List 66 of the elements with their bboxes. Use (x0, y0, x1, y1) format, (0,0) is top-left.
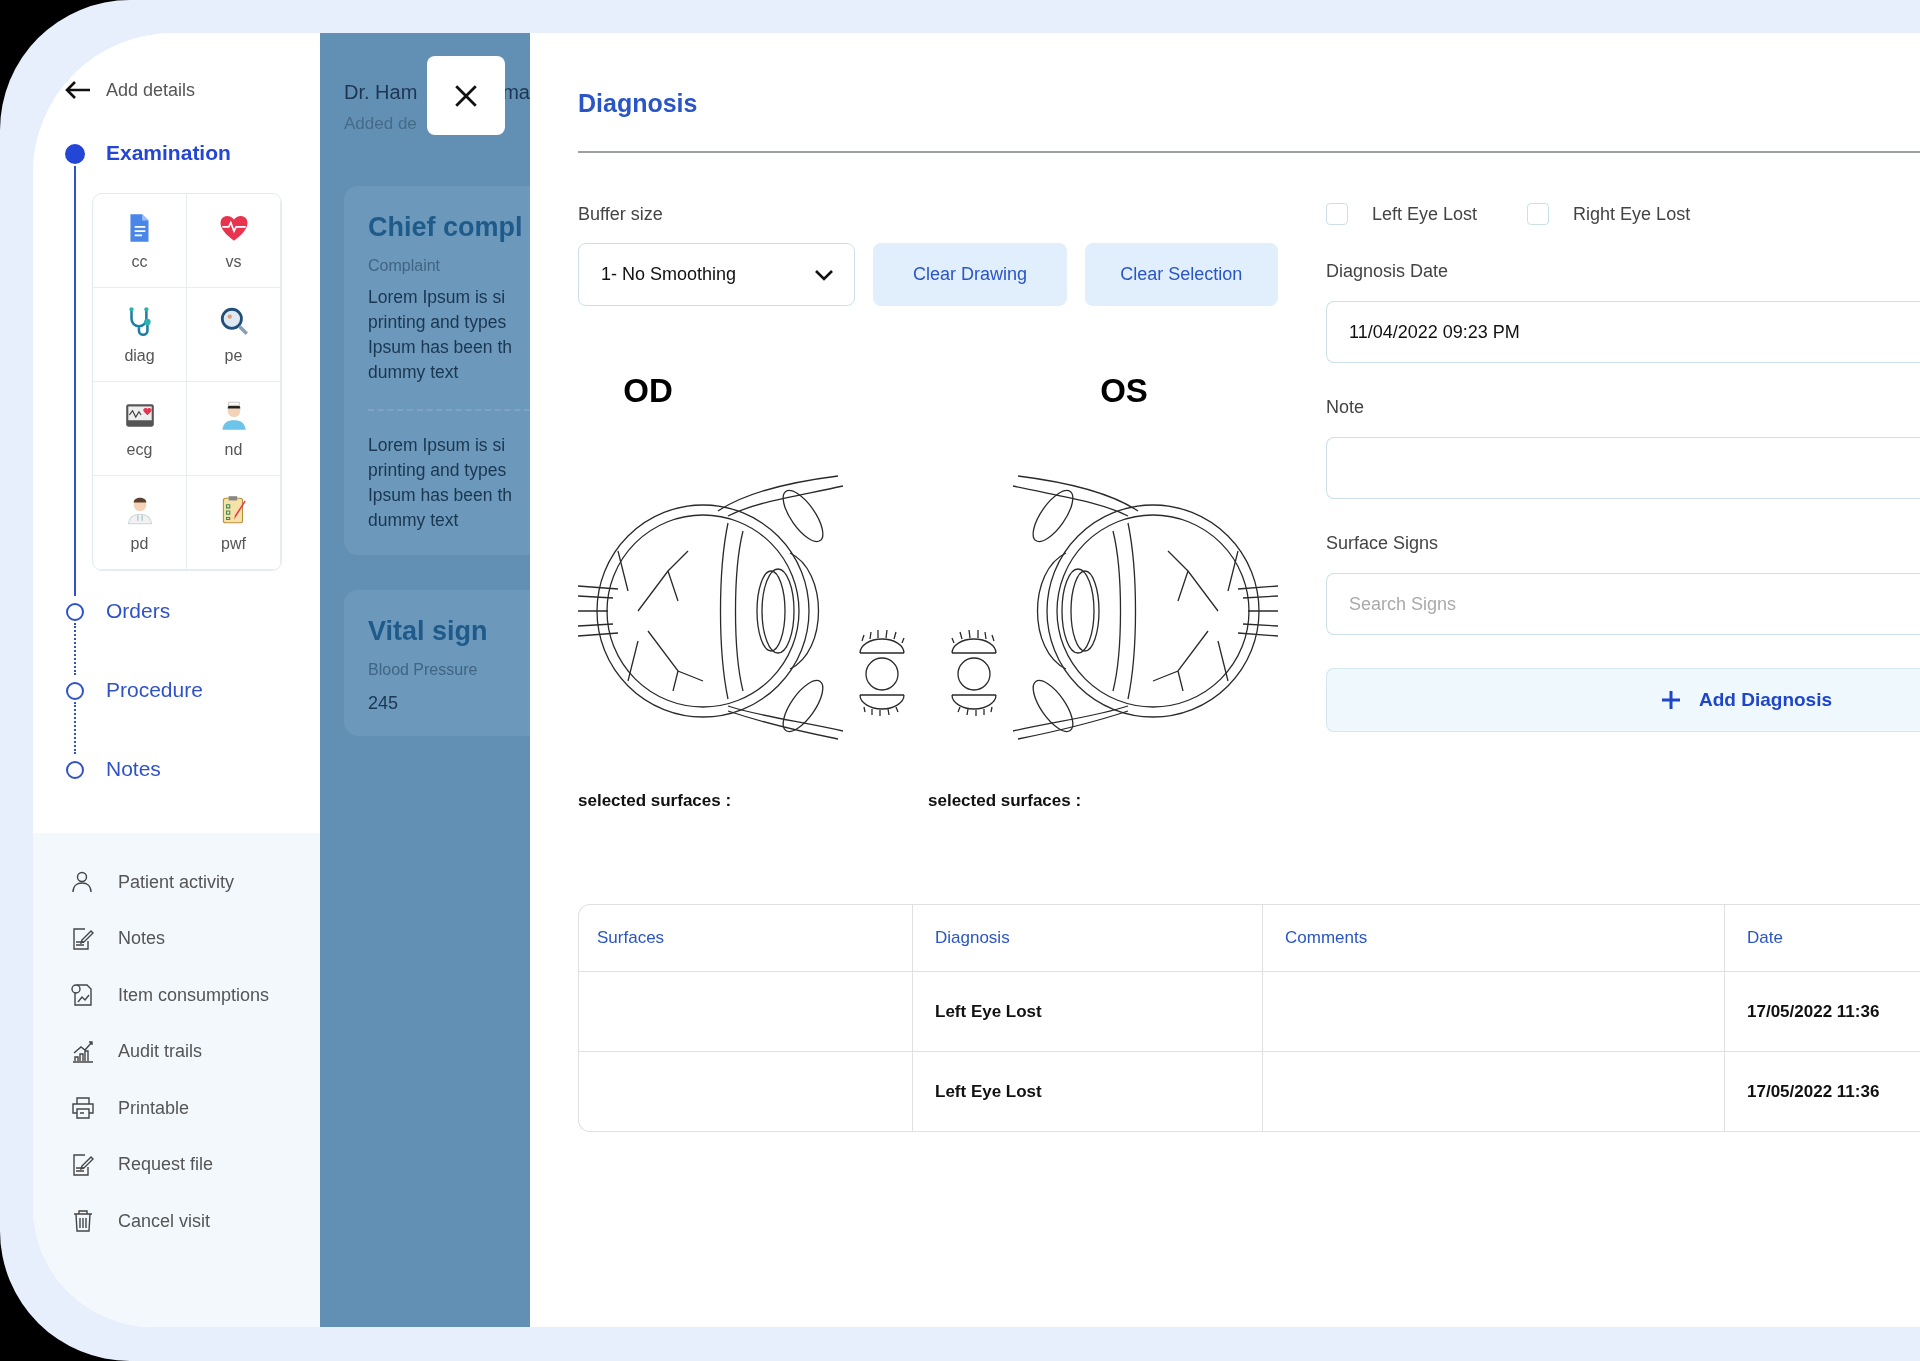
step-link[interactable]: Procedure (106, 675, 203, 705)
exam-tile[interactable]: pwf (187, 476, 281, 570)
field-label: Surface Signs (1326, 532, 1440, 554)
exam-tile[interactable]: diag (93, 288, 187, 382)
field-label: Note (1326, 396, 1366, 418)
panel-title: Diagnosis (578, 88, 699, 118)
card-title: Chief compl (368, 212, 524, 243)
eye-diagram-drawing[interactable] (951, 475, 1278, 740)
menu-item[interactable]: Audit trails (70, 1023, 300, 1080)
input-field[interactable]: 11/04/2022 09:23 PM (1326, 301, 1920, 363)
column-header: Diagnosis (912, 905, 1262, 971)
eye-label: OD (622, 374, 674, 408)
buffer-size-select[interactable]: 1- No Smoothing (578, 243, 856, 306)
field-label: Buffer size (578, 203, 664, 225)
exam-tile[interactable]: pe (187, 288, 281, 382)
exam-tile[interactable]: vs (187, 194, 281, 288)
eye-diagram-drawing[interactable] (578, 475, 905, 740)
column-header: Surfaces (596, 927, 666, 949)
selected-surfaces-label: selected surfaces : (578, 791, 733, 811)
table-cell: 17/05/2022 11:36 (1747, 1081, 1880, 1102)
bar-chart-icon (70, 1038, 96, 1065)
selected-surfaces-label: selected surfaces : (928, 791, 1083, 811)
table-cell: Left Eye Lost (935, 1001, 1042, 1022)
card-title: Vital sign (368, 616, 489, 647)
card-label: Complaint (368, 257, 442, 275)
chevron-down-icon (814, 268, 835, 281)
menu-item[interactable]: Cancel visit (70, 1193, 300, 1250)
step-link[interactable]: Notes (106, 754, 161, 784)
exam-tile[interactable]: ecg (93, 382, 187, 476)
clear-button[interactable]: Clear Selection (1084, 243, 1278, 306)
page-title: Add details (106, 79, 196, 101)
menu-item[interactable]: Item consumptions (70, 967, 300, 1024)
eye-label: OS (1099, 374, 1149, 408)
back-arrow-icon[interactable] (64, 80, 92, 100)
step-link[interactable]: Orders (106, 596, 171, 626)
card-value: 245 (368, 693, 400, 714)
table-cell: 17/05/2022 11:36 (1747, 1001, 1880, 1022)
plus-icon (1661, 690, 1681, 710)
table-cell: Left Eye Lost (935, 1081, 1042, 1102)
menu-item[interactable]: Request file (70, 1136, 300, 1193)
column-header: Date (1724, 905, 1920, 971)
exam-tile[interactable]: nd (187, 382, 281, 476)
printer-icon (70, 1095, 96, 1122)
add-diagnosis-button[interactable]: Add Diagnosis (1326, 668, 1920, 732)
checkbox-label: Right Eye Lost (1573, 203, 1691, 225)
card-paragraph: Lorem Ipsum is si printing and types Ipsum has been th dummy text (368, 434, 513, 532)
note-edit-icon (70, 925, 96, 952)
doctor-name: Dr. Ham (344, 81, 418, 104)
menu-item[interactable]: Patient activity (70, 854, 300, 911)
close-button[interactable] (427, 56, 505, 135)
exam-tile[interactable]: cc (93, 194, 187, 288)
field-label: Diagnosis Date (1326, 260, 1450, 282)
checkbox-label: Left Eye Lost (1372, 203, 1478, 225)
card-label: Blood Pressure (368, 661, 479, 679)
card-paragraph: Lorem Ipsum is si printing and types Ipsum has been th dummy text (368, 286, 513, 384)
checkbox[interactable] (1527, 203, 1550, 225)
menu-item[interactable]: Printable (70, 1080, 300, 1137)
input-field[interactable]: Search Signs (1326, 573, 1920, 635)
exam-tile[interactable]: pd (93, 476, 187, 570)
clear-button[interactable]: Clear Drawing (873, 243, 1067, 306)
menu-item[interactable]: Notes (70, 910, 300, 967)
checkbox[interactable] (1326, 203, 1348, 225)
note-edit-icon (70, 1151, 96, 1178)
input-field[interactable] (1326, 437, 1920, 499)
step-link[interactable]: Examination (106, 138, 282, 168)
column-header: Comments (1262, 905, 1724, 971)
